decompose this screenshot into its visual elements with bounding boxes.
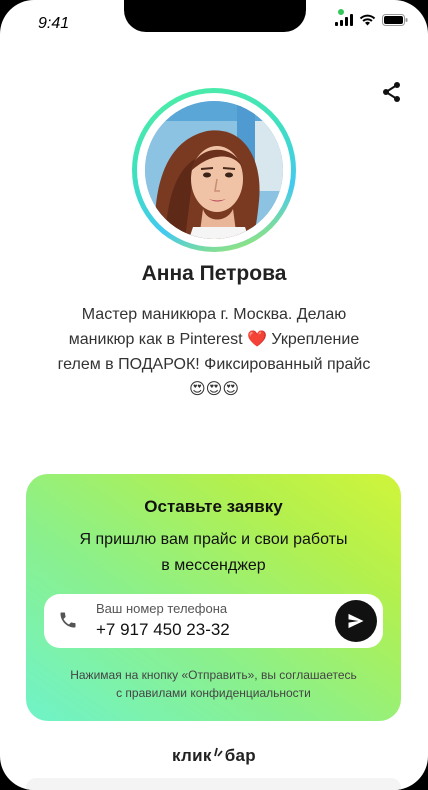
brand-part: клик xyxy=(172,746,212,765)
phone-screen: 9:41 Анна Петрова Мастер маникюра г. Мос… xyxy=(0,0,428,790)
phone-input-label: Ваш номер телефона xyxy=(96,601,228,616)
avatar-portrait xyxy=(145,101,283,239)
bio-text: маникюр как в Pinterest xyxy=(68,331,248,348)
battery-icon xyxy=(382,14,408,26)
notch xyxy=(124,0,306,32)
send-button[interactable] xyxy=(335,600,377,642)
avatar-ring xyxy=(132,88,296,252)
heart-emoji: ❤️ xyxy=(247,331,267,348)
phone-input-value[interactable]: +7 917 450 23-32 xyxy=(96,620,230,640)
bio-emojis: 😍😍😍 xyxy=(188,381,240,398)
next-card-edge xyxy=(26,778,401,790)
status-icons xyxy=(335,14,408,26)
brand-logo[interactable]: клик бар xyxy=(0,746,428,766)
lead-form-subtitle-line: Я пришлю вам прайс и свои работы xyxy=(79,531,348,548)
bio-line: гелем в ПОДАРОК! Фиксированный прайс xyxy=(57,356,371,373)
brand-spark-icon xyxy=(213,747,223,757)
bio-text: Укрепление xyxy=(266,331,360,348)
share-icon xyxy=(383,82,400,102)
avatar-ring-inner xyxy=(137,93,291,247)
profile-bio: Мастер маникюра г. Москва. Делаю маникюр… xyxy=(50,302,378,402)
send-icon xyxy=(348,613,364,629)
consent-text: Нажимая на кнопку «Отправить», вы соглаш… xyxy=(46,666,381,702)
status-bar: 9:41 xyxy=(0,0,428,50)
profile-name: Анна Петрова xyxy=(141,262,287,285)
lead-form-subtitle: Я пришлю вам прайс и свои работы в мессе… xyxy=(56,527,371,579)
bio-line: Мастер маникюра г. Москва. Делаю xyxy=(81,306,347,323)
status-time: 9:41 xyxy=(38,15,70,32)
share-button[interactable] xyxy=(380,80,404,104)
consent-line: Нажимая на кнопку «Отправить», вы соглаш… xyxy=(70,668,357,682)
lead-form-card: Оставьте заявку Я пришлю вам прайс и сво… xyxy=(26,474,401,721)
bio-line: маникюр как в Pinterest ❤️ Укрепление xyxy=(50,327,378,352)
avatar[interactable] xyxy=(145,101,283,239)
lead-form-title: Оставьте заявку xyxy=(144,497,283,516)
wifi-icon xyxy=(359,14,376,26)
consent-line: с правилами конфиденциальности xyxy=(116,686,311,700)
signal-icon xyxy=(335,14,353,26)
phone-input[interactable]: Ваш номер телефона +7 917 450 23-32 xyxy=(44,594,383,648)
lead-form-subtitle-line: в мессенджер xyxy=(161,557,266,574)
brand-part: бар xyxy=(224,746,256,765)
phone-icon xyxy=(60,612,76,628)
